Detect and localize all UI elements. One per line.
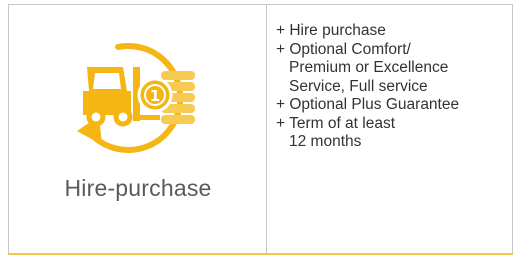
feature-item: + Hire purchase (276, 22, 386, 39)
product-title: Hire-purchase (64, 175, 212, 201)
feature-item: + Optional Plus Guarantee (276, 96, 460, 113)
feature-item: + Term of at least 12 months (276, 114, 396, 151)
feature-item: + Optional Comfort/ Premium or Excellenc… (276, 40, 449, 95)
svg-text:1: 1 (150, 87, 160, 105)
features-cell: + Hire purchase + Optional Comfort/ Prem… (267, 5, 512, 254)
feature-list: + Hire purchase + Optional Comfort/ Prem… (276, 22, 459, 152)
offer-card: 1 Hire-purchase + Hire purchase + Option… (8, 4, 513, 255)
forklift-coins-cycle-icon: 1 (69, 19, 215, 165)
product-cell: 1 Hire-purchase (9, 5, 267, 254)
